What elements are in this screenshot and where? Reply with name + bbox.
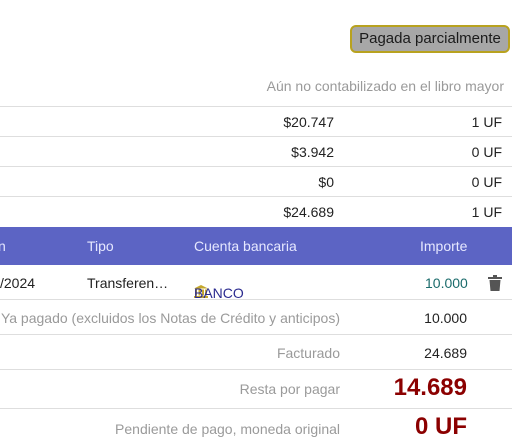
header-amount: Importe [420,238,468,254]
totals-row: $0 0 UF [0,166,512,196]
status-badge: Pagada parcialmente [350,25,510,53]
payment-row: /2024 Transferen… BANCO 10.000 [0,265,512,301]
already-paid-label: Ya pagado (excluidos los Notas de Crédit… [0,310,340,326]
payment-date: /2024 [0,275,36,291]
total-amount: $24.689 [283,204,334,220]
bank-name: BANCO [194,285,244,301]
total-uf: 1 UF [471,114,502,130]
payment-amount-link[interactable]: 10.000 [425,275,468,291]
header-bank-account: Cuenta bancaria [194,238,297,254]
header-date: n [0,238,6,254]
remaining-label: Resta por pagar [239,381,340,397]
ledger-note: Aún no contabilizado en el libro mayor [266,78,504,94]
total-amount: $3.942 [291,144,334,160]
payment-type: Transferen… [87,275,169,291]
totals-row: $20.747 1 UF [0,106,512,136]
payments-header: n Tipo Cuenta bancaria Importe [0,227,512,265]
summary-invoiced: Facturado 24.689 [0,335,512,370]
total-amount: $0 [318,174,334,190]
totals-row: $24.689 1 UF [0,196,512,229]
already-paid-value: 10.000 [424,310,467,326]
summary-already-paid: Ya pagado (excluidos los Notas de Crédit… [0,300,512,335]
totals-row: $3.942 0 UF [0,136,512,166]
remaining-value: 14.689 [393,374,467,401]
summary-pending: Pendiente de pago, moneda original 0 UF [0,409,512,447]
pending-label: Pendiente de pago, moneda original [115,421,340,437]
trash-icon[interactable] [488,275,502,294]
pending-value: 0 UF [414,413,467,440]
total-uf: 1 UF [471,204,502,220]
summary-remaining: Resta por pagar 14.689 [0,370,512,409]
header-type: Tipo [87,238,114,254]
invoiced-label: Facturado [276,345,340,361]
invoiced-value: 24.689 [424,345,467,361]
payment-summary: Ya pagado (excluidos los Notas de Crédit… [0,300,512,447]
total-uf: 0 UF [471,174,502,190]
totals-table: $20.747 1 UF $3.942 0 UF $0 0 UF $24.689… [0,106,512,229]
total-amount: $20.747 [283,114,334,130]
total-uf: 0 UF [471,144,502,160]
